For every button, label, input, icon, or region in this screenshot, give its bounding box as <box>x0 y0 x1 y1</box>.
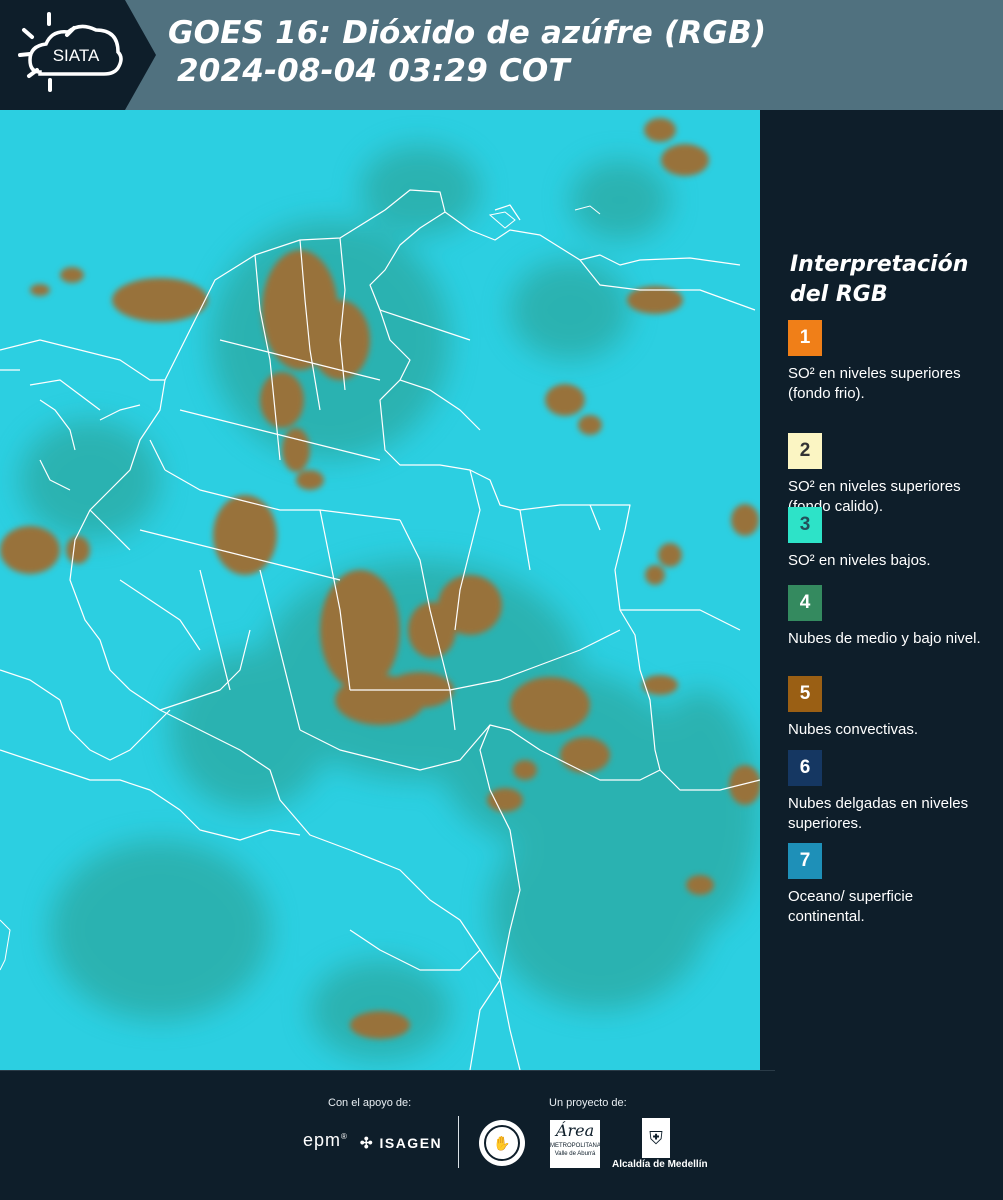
isagen-logo-text: ISAGEN <box>379 1135 443 1151</box>
isagen-logo: ✣ ISAGEN <box>360 1134 442 1152</box>
alcaldia-label: Alcaldía de Medellín <box>612 1159 708 1170</box>
isagen-icon: ✣ <box>360 1135 375 1152</box>
project-label: Un proyecto de: <box>549 1097 627 1109</box>
legend-swatch: 4 <box>788 585 822 621</box>
legend-description: Nubes delgadas en niveles superiores. <box>788 795 969 832</box>
siata-logo: SIATA <box>0 0 156 110</box>
support-label: Con el apoyo de: <box>328 1097 412 1109</box>
area-metropolitana-logo: Área METROPOLITANA Valle de Aburrá <box>550 1120 601 1168</box>
legend-item-2: 2 SO² en niveles superiores (fondo calido… <box>788 433 988 517</box>
legend-swatch: 1 <box>788 320 822 356</box>
footer: Con el apoyo de: Un proyecto de: epm® ✣ … <box>0 1070 1003 1200</box>
area-logo-subtext-2: Valle de Aburrá <box>554 1151 596 1157</box>
legend-item-1: 1 SO² en niveles superiores (fondo frio). <box>788 320 988 404</box>
legend-swatch: 3 <box>788 507 822 543</box>
legend-item-4: 4 Nubes de medio y bajo nivel. <box>788 585 988 649</box>
legend-item-6: 6 Nubes delgadas en niveles superiores. <box>788 750 988 834</box>
legend-title-line-1: Interpretación <box>790 252 969 277</box>
legend-item-5: 5 Nubes convectivas. <box>788 676 988 740</box>
legend-description: SO² en niveles bajos. <box>788 552 931 569</box>
legend-item-7: 7 Oceano/ superficie continental. <box>788 843 988 927</box>
header: SIATA GOES 16: Dióxido de azúfre (RGB) 2… <box>0 0 1003 110</box>
medellin-seal-icon: ✋ <box>479 1120 525 1166</box>
legend-swatch: 6 <box>788 750 822 786</box>
area-logo-text: Área <box>555 1121 595 1140</box>
legend-description: Nubes de medio y bajo nivel. <box>788 630 981 647</box>
page-title: GOES 16: Dióxido de azúfre (RGB) 2024-08… <box>168 14 766 90</box>
legend-swatch: 5 <box>788 676 822 712</box>
footer-vertical-divider <box>458 1116 459 1168</box>
alcaldia-shield-icon: ⛨ <box>642 1118 670 1158</box>
title-line-1: GOES 16: Dióxido de azúfre (RGB) <box>168 15 767 51</box>
title-line-2: 2024-08-04 03:29 COT <box>177 53 570 89</box>
footer-divider-line <box>0 1070 775 1071</box>
legend-description: SO² en niveles superiores (fondo frio). <box>788 365 961 402</box>
legend-panel: Interpretación del RGB 1 SO² en niveles s… <box>762 110 1003 1070</box>
area-logo-subtext: METROPOLITANA <box>550 1143 601 1149</box>
legend-description: Nubes convectivas. <box>788 721 919 738</box>
satellite-map[interactable] <box>0 110 760 1070</box>
epm-logo: epm® <box>303 1130 348 1150</box>
legend-swatch: 7 <box>788 843 822 879</box>
legend-description: Oceano/ superficie continental. <box>788 888 914 925</box>
logo-text: SIATA <box>53 46 100 65</box>
legend-item-3: 3 SO² en niveles bajos. <box>788 507 988 571</box>
epm-logo-text: epm <box>303 1130 342 1150</box>
legend-title-line-2: del RGB <box>790 282 888 307</box>
legend-title: Interpretación del RGB <box>790 250 968 310</box>
legend-swatch: 2 <box>788 433 822 469</box>
